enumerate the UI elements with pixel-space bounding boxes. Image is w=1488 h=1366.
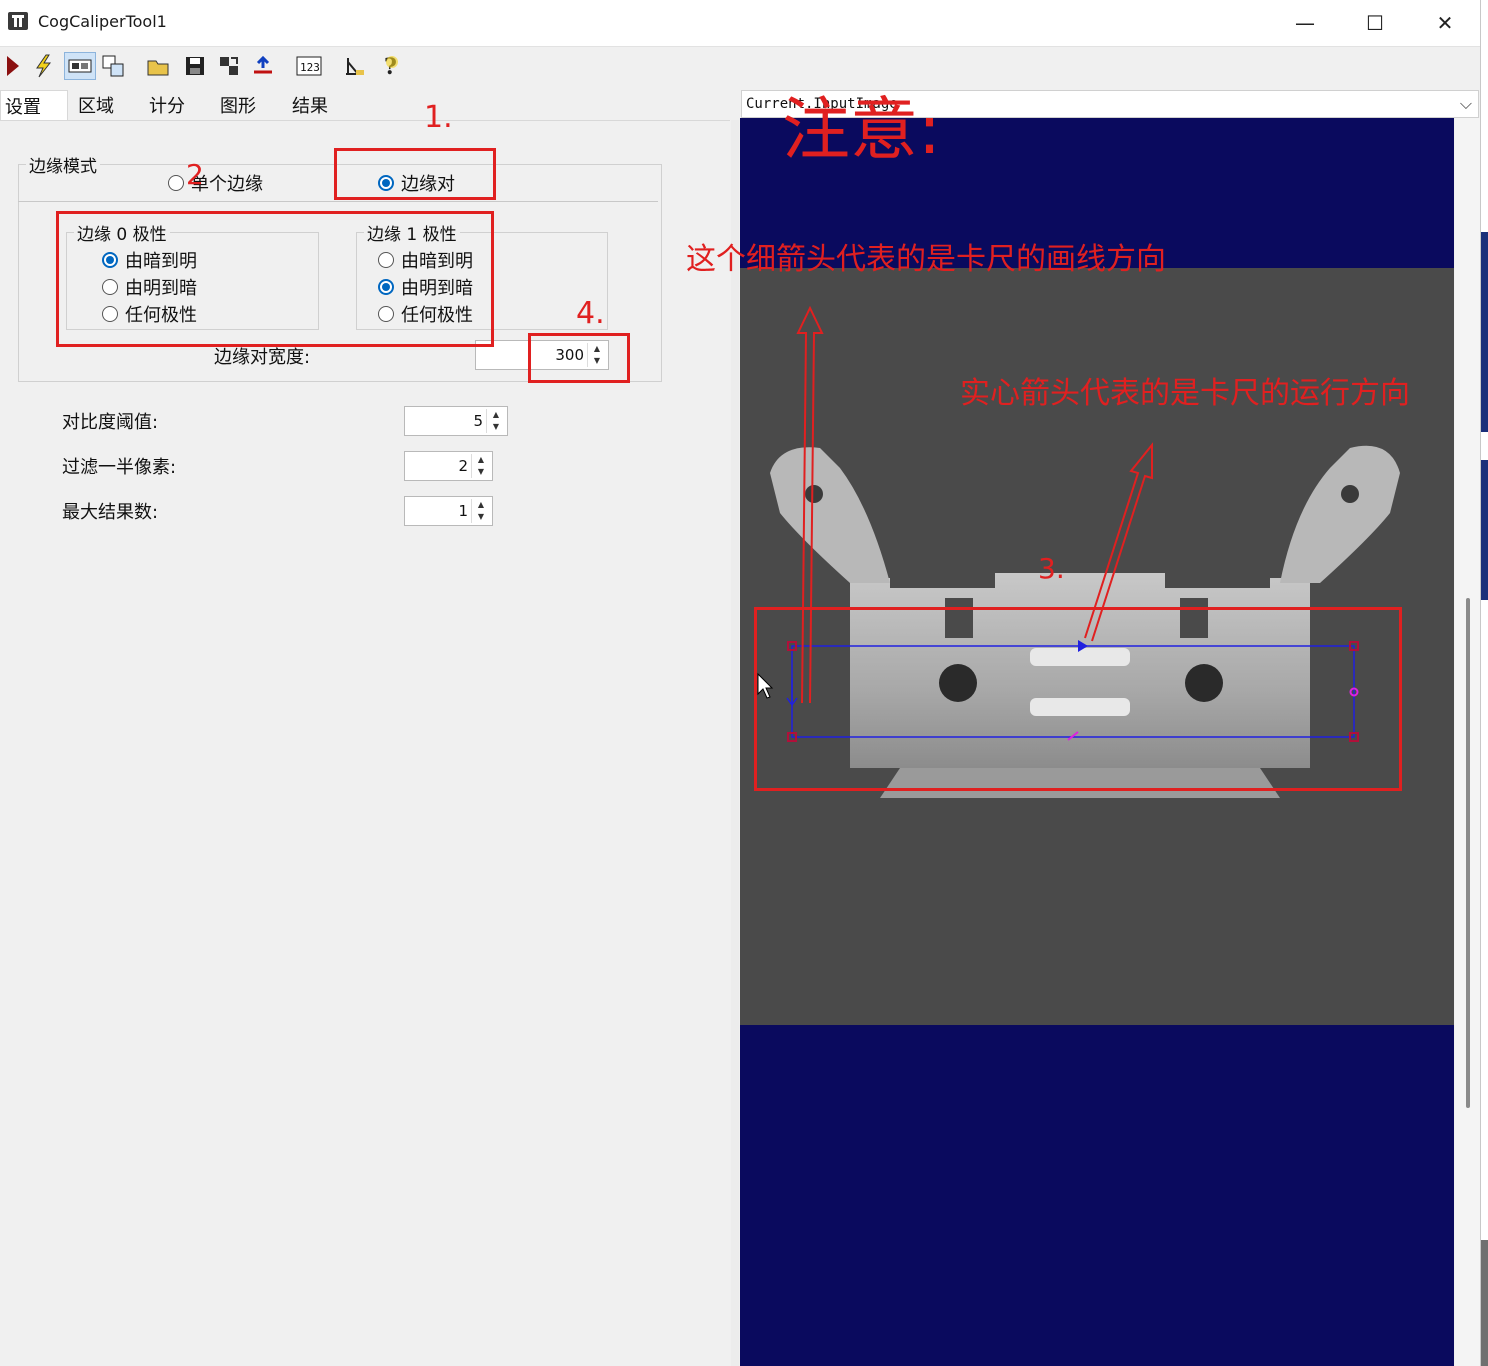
run-icon[interactable] <box>0 52 26 80</box>
spinner-value: 1 <box>458 502 468 520</box>
edge-mode-legend: 边缘模式 <box>26 152 100 177</box>
tab-scoring[interactable]: 计分 <box>149 90 185 120</box>
tab-strip: 设置 区域 计分 图形 结果 <box>0 90 730 121</box>
reset-icon[interactable] <box>250 52 276 80</box>
spin-down-icon[interactable]: ▼ <box>472 511 490 523</box>
spin-down-icon[interactable]: ▼ <box>472 466 490 478</box>
annotation-number-3: 3. <box>1038 552 1065 585</box>
title-bar: CogCaliperTool1 — ☐ ✕ <box>0 0 1480 47</box>
radio-indicator <box>168 175 184 191</box>
maximize-button[interactable]: ☐ <box>1340 0 1410 46</box>
background-strip <box>1481 1240 1488 1366</box>
counter-icon[interactable]: 123 <box>296 52 322 80</box>
annotation-number-4: 4. <box>576 296 605 331</box>
single-edge-radio[interactable]: 单个边缘 <box>168 170 263 196</box>
scrollbar-thumb[interactable] <box>1466 598 1470 1108</box>
annotation-number-2: 2 <box>186 158 204 191</box>
filter-half-pixels-spinner[interactable]: 2 ▲ ▼ <box>404 451 493 481</box>
spinner-value: 5 <box>473 412 483 430</box>
background-strip <box>1481 232 1488 432</box>
filter-half-pixels-label: 过滤一半像素: <box>62 457 177 478</box>
annotation-solid-arrow-note: 实心箭头代表的是卡尺的运行方向 <box>960 376 1410 411</box>
tab-results[interactable]: 结果 <box>292 90 328 120</box>
max-results-spinner[interactable]: 1 ▲ ▼ <box>404 496 493 526</box>
group-divider <box>18 201 658 202</box>
save-icon[interactable] <box>182 52 208 80</box>
spin-down-icon[interactable]: ▼ <box>487 421 505 433</box>
svg-text:123: 123 <box>300 61 320 74</box>
spinner-value: 2 <box>458 457 468 475</box>
annotation-box-1 <box>334 148 496 200</box>
annotation-number-1: 1. <box>424 100 453 135</box>
app-icon <box>8 12 28 30</box>
contrast-threshold-label: 对比度阈值: <box>62 412 159 433</box>
open-icon[interactable] <box>146 52 172 80</box>
electric-icon[interactable] <box>30 52 56 80</box>
toolbar: 123 ? <box>0 48 1480 86</box>
annotation-box-4 <box>528 333 630 383</box>
window-title: CogCaliperTool1 <box>38 12 167 31</box>
tab-region[interactable]: 区域 <box>78 90 114 120</box>
background-window-edge <box>1481 0 1488 1366</box>
copy-icon[interactable] <box>100 52 126 80</box>
measure-icon[interactable] <box>342 52 368 80</box>
import-icon[interactable] <box>216 52 242 80</box>
spin-up-icon[interactable]: ▲ <box>487 409 505 421</box>
display-icon[interactable] <box>64 52 96 80</box>
spin-up-icon[interactable]: ▲ <box>472 499 490 511</box>
annotation-thin-arrow-note: 这个细箭头代表的是卡尺的画线方向 <box>686 242 1166 277</box>
spinner-arrows[interactable]: ▲ ▼ <box>486 409 505 433</box>
tab-settings[interactable]: 设置 <box>0 90 68 120</box>
annotation-box-3 <box>754 607 1402 791</box>
spin-up-icon[interactable]: ▲ <box>472 454 490 466</box>
contrast-threshold-spinner[interactable]: 5 ▲ ▼ <box>404 406 508 436</box>
spinner-arrows[interactable]: ▲ ▼ <box>471 454 490 478</box>
close-button[interactable]: ✕ <box>1410 0 1480 46</box>
annotation-title: 注意: <box>782 91 941 170</box>
max-results-label: 最大结果数: <box>62 502 159 523</box>
spinner-arrows[interactable]: ▲ ▼ <box>471 499 490 523</box>
vertical-scrollbar[interactable] <box>1455 118 1480 1366</box>
background-strip <box>1481 460 1488 600</box>
chevron-down-icon[interactable]: ⌵ <box>1460 94 1472 114</box>
tab-graphics[interactable]: 图形 <box>220 90 256 120</box>
caliper-tool-window: CogCaliperTool1 — ☐ ✕ 123 ? 设置 <box>0 0 1481 1366</box>
help-icon[interactable]: ? <box>378 52 404 80</box>
annotation-box-2 <box>56 211 494 347</box>
pane-splitter[interactable] <box>731 120 739 1366</box>
minimize-button[interactable]: — <box>1270 0 1340 46</box>
